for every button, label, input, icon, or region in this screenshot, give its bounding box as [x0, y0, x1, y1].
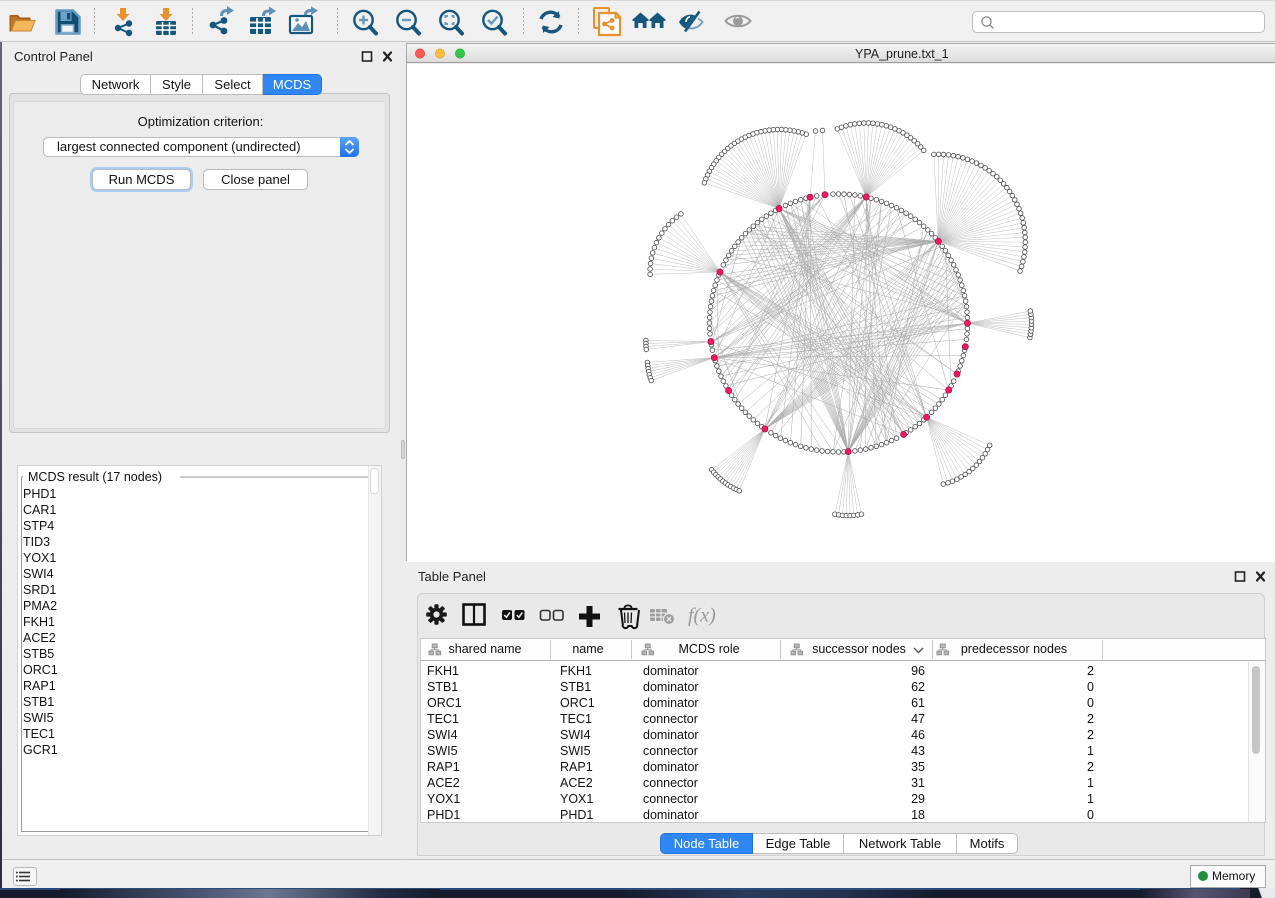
svg-text:f(x): f(x)	[688, 605, 716, 627]
